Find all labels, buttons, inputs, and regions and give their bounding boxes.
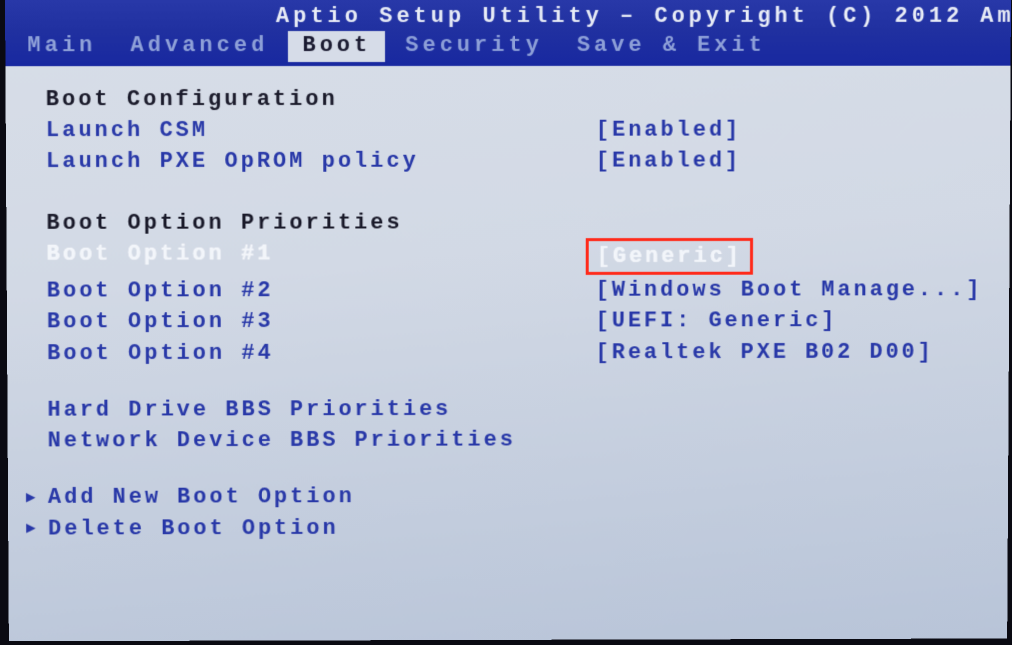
boot-option-2-value[interactable]: [Windows Boot Manage...] [596, 275, 990, 307]
network-bbs-priorities[interactable]: Network Device BBS Priorities [48, 425, 596, 457]
tab-security[interactable]: Security [391, 31, 557, 62]
boot-option-4-value[interactable]: [Realtek PXE B02 D00] [596, 336, 990, 368]
boot-priorities-heading: Boot Option Priorities [46, 207, 595, 239]
hdd-bbs-priorities[interactable]: Hard Drive BBS Priorities [47, 394, 595, 426]
title-text: Aptio Setup Utility – Copyright (C) 2012… [15, 4, 1011, 29]
tab-boot[interactable]: Boot [288, 31, 385, 62]
add-boot-option[interactable]: Add New Boot Option [48, 482, 355, 514]
title-bar: Aptio Setup Utility – Copyright (C) 2012… [5, 0, 1011, 31]
delete-boot-option[interactable]: Delete Boot Option [48, 513, 339, 545]
tab-bar: Main Advanced Boot Security Save & Exit [5, 31, 1011, 66]
tab-save-exit[interactable]: Save & Exit [563, 31, 780, 62]
boot-config-heading: Boot Configuration [46, 84, 596, 116]
boot-option-3-value[interactable]: [UEFI: Generic] [596, 305, 990, 337]
triangle-right-icon: ▶ [26, 487, 48, 510]
boot-option-1-label[interactable]: Boot Option #1 [46, 238, 595, 276]
boot-option-1-value-text: [Generic] [597, 244, 742, 269]
tab-main[interactable]: Main [13, 31, 110, 62]
tab-advanced[interactable]: Advanced [116, 31, 282, 62]
launch-pxe-value[interactable]: [Enabled] [596, 146, 990, 177]
content-pane: Boot Configuration Launch CSM [Enabled] … [5, 66, 1010, 554]
launch-csm-label[interactable]: Launch CSM [46, 115, 596, 147]
launch-pxe-label[interactable]: Launch PXE OpROM policy [46, 146, 596, 178]
boot-option-2-label[interactable]: Boot Option #2 [47, 275, 596, 307]
triangle-right-icon: ▶ [26, 518, 48, 541]
boot-option-1-value[interactable]: [Generic] [586, 238, 753, 275]
boot-option-3-label[interactable]: Boot Option #3 [47, 306, 596, 338]
launch-csm-value[interactable]: [Enabled] [596, 115, 991, 146]
boot-option-4-label[interactable]: Boot Option #4 [47, 337, 596, 369]
